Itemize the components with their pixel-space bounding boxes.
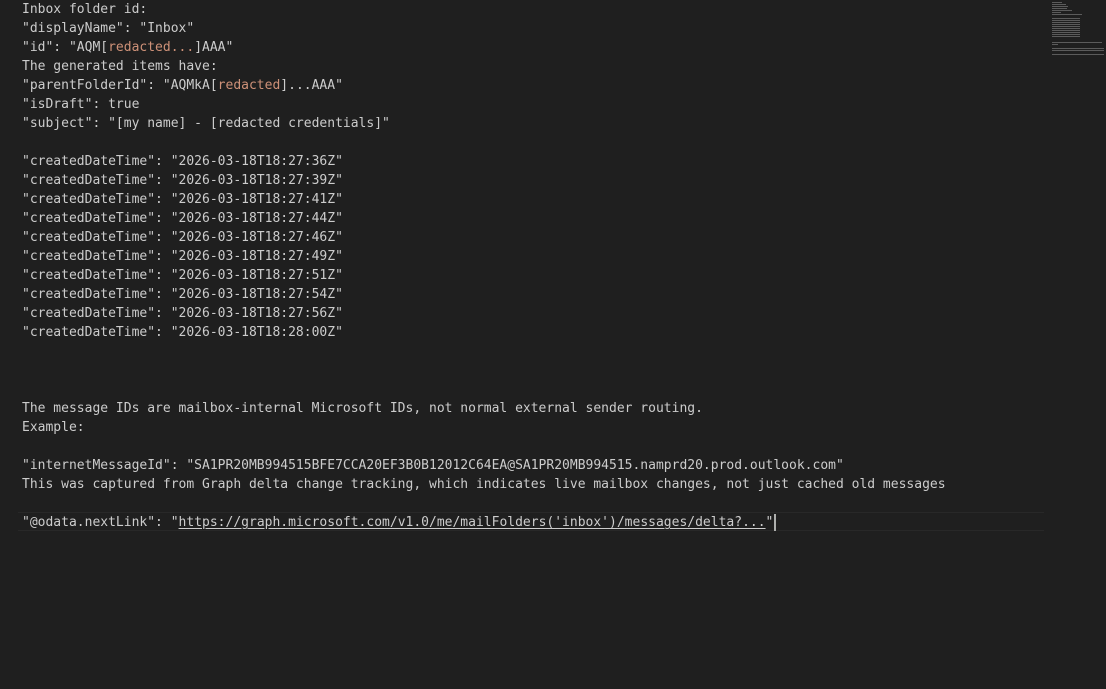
line-25: "internetMessageId": "SA1PR20MB994515BFE…: [22, 458, 844, 473]
created-line: "createdDateTime": "2026-03-18T18:27:41Z…: [22, 192, 343, 207]
created-line: "createdDateTime": "2026-03-18T18:27:49Z…: [22, 249, 343, 264]
line-3-redacted: redacted...: [108, 40, 195, 55]
line-6: "isDraft": true: [22, 97, 140, 112]
text-editor[interactable]: Inbox folder id: "displayName": "Inbox" …: [0, 0, 1106, 689]
created-line: "createdDateTime": "2026-03-18T18:27:39Z…: [22, 173, 343, 188]
line-28-suffix: ": [765, 515, 774, 530]
minimap-line: [1052, 6, 1068, 7]
created-line: "createdDateTime": "2026-03-18T18:27:36Z…: [22, 154, 343, 169]
line-7: "subject": "[my name] - [redacted creden…: [22, 116, 390, 131]
created-line: "createdDateTime": "2026-03-18T18:27:46Z…: [22, 230, 343, 245]
line-3-suffix: ]AAA": [194, 40, 234, 55]
created-line: "createdDateTime": "2026-03-18T18:27:51Z…: [22, 268, 343, 283]
created-line: "createdDateTime": "2026-03-18T18:28:00Z…: [22, 325, 343, 340]
minimap-line: [1052, 20, 1080, 21]
created-line: "createdDateTime": "2026-03-18T18:27:56Z…: [22, 306, 343, 321]
empty-line: [22, 380, 1044, 399]
line-5-redacted: redacted: [217, 78, 281, 93]
minimap-line: [1052, 2, 1062, 3]
next-link[interactable]: https://graph.microsoft.com/v1.0/me/mail…: [179, 515, 766, 530]
line-3: "id": "AQM[redacted...]AAA": [22, 38, 1044, 57]
minimap-line: [1052, 18, 1080, 19]
line-5: "parentFolderId": "AQMkA[redacted]...AAA…: [22, 76, 1044, 95]
minimap-line: [1052, 24, 1080, 25]
minimap-line: [1052, 54, 1104, 55]
line-28: "@odata.nextLink": "https://graph.micros…: [22, 513, 1044, 532]
created-line: "createdDateTime": "2026-03-18T18:27:54Z…: [22, 287, 343, 302]
minimap-line: [1052, 50, 1104, 51]
minimap-line: [1052, 14, 1082, 15]
minimap-line: [1052, 28, 1080, 29]
line-3-prefix: "id": "AQM[: [22, 40, 109, 55]
minimap-line: [1052, 4, 1066, 5]
line-26: This was captured from Graph delta chang…: [22, 477, 946, 492]
line-8-empty: [22, 133, 1044, 152]
empty-line: [22, 361, 1044, 380]
minimap-line: [1052, 36, 1080, 37]
line-4: The generated items have:: [22, 59, 218, 74]
empty-line: [22, 437, 1044, 456]
line-23: Example:: [22, 420, 85, 435]
empty-line: [22, 342, 1044, 361]
minimap-line: [1052, 32, 1080, 33]
line-5-suffix: ]...AAA": [280, 78, 343, 93]
line-22: The message IDs are mailbox-internal Mic…: [22, 401, 703, 416]
minimap-line: [1052, 8, 1067, 9]
empty-line: [22, 494, 1044, 513]
minimap-line: [1052, 42, 1102, 43]
minimap-line: [1052, 44, 1058, 45]
created-line: "createdDateTime": "2026-03-18T18:27:44Z…: [22, 211, 343, 226]
editor-text-area[interactable]: Inbox folder id: "displayName": "Inbox" …: [22, 0, 1044, 532]
line-28-prefix: "@odata.nextLink": ": [22, 515, 179, 530]
text-cursor: [774, 514, 777, 531]
line-1: Inbox folder id:: [22, 2, 148, 17]
minimap-line: [1052, 26, 1080, 27]
minimap-line: [1052, 12, 1061, 13]
minimap[interactable]: [1050, 0, 1106, 689]
minimap-line: [1052, 34, 1080, 35]
minimap-line: [1052, 30, 1080, 31]
minimap-line: [1052, 10, 1072, 11]
minimap-line: [1052, 22, 1080, 23]
line-5-prefix: "parentFolderId": "AQMkA[: [22, 78, 218, 93]
line-2: "displayName": "Inbox": [22, 21, 195, 36]
minimap-line: [1052, 48, 1104, 49]
